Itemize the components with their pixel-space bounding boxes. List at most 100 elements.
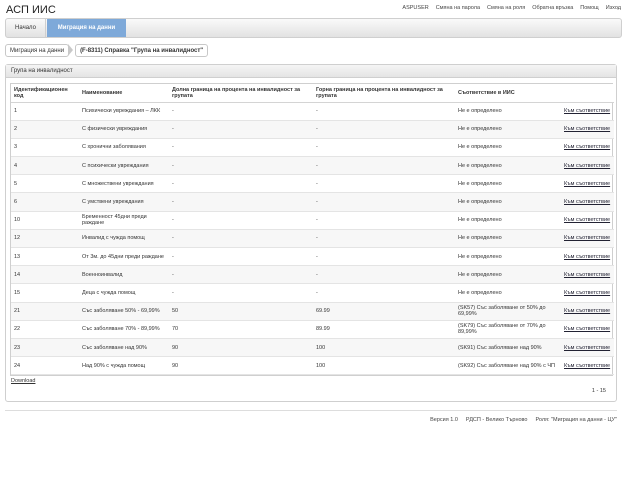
cell-name: С умствени увреждания <box>79 192 169 212</box>
cell-upper-limit: 69.99 <box>313 302 455 321</box>
cell-name: Над 90% с чужда помощ <box>79 356 169 376</box>
footer-version: Версия 1.0 <box>430 417 458 423</box>
to-mapping-link[interactable]: Към съответствие <box>564 199 610 205</box>
disability-group-panel: Група на инвалидност Идентификационен ко… <box>5 64 617 402</box>
cell-upper-limit: 89.99 <box>313 320 455 339</box>
tab-data-migration[interactable]: Миграция на данни <box>47 19 126 37</box>
cell-iis-match: Не е определено <box>455 138 561 158</box>
cell-iis-match: Не е определено <box>455 265 561 285</box>
cell-upper-limit: - <box>313 174 455 194</box>
cell-code: 23 <box>11 338 79 358</box>
col-header-lower-limit[interactable]: Долна граница на процента на инвалидност… <box>169 84 313 103</box>
cell-action: Към съответствие <box>561 265 614 285</box>
col-header-upper-limit[interactable]: Горна граница на процента на инвалидност… <box>313 84 455 103</box>
tab-home[interactable]: Начало <box>6 19 46 37</box>
table-header-row: Идентификационен код Наименование Долна … <box>11 84 614 103</box>
cell-iis-match: (SK57) Със заболяване от 50% до 69,99% <box>455 302 561 321</box>
cell-code: 3 <box>11 138 79 158</box>
cell-lower-limit: 70 <box>169 320 313 339</box>
cell-iis-match: Не е определено <box>455 156 561 176</box>
table-row: 23 Със заболяване над 90% 90 100 (SK91) Със … <box>11 338 614 358</box>
cell-action: Към съответствие <box>561 302 614 321</box>
cell-action: Към съответствие <box>561 320 614 339</box>
breadcrumb-arrow-icon <box>68 44 74 56</box>
cell-upper-limit: - <box>313 229 455 249</box>
footer-office: РДСП - Велико Търново <box>465 417 528 423</box>
to-mapping-link[interactable]: Към съответствие <box>564 363 610 369</box>
cell-iis-match: (SK91) Със заболяване над 90% <box>455 338 561 358</box>
cell-upper-limit: 100 <box>313 356 455 376</box>
cell-name: Инвалид с чужда помощ <box>79 229 169 249</box>
cell-iis-match: Не е определено <box>455 229 561 249</box>
user-link[interactable]: ASPUSER <box>402 5 428 11</box>
cell-name: С психически увреждания <box>79 156 169 176</box>
cell-action: Към съответствие <box>561 211 614 230</box>
change-password-link[interactable]: Смяна на парола <box>436 5 480 11</box>
table-row: 21 Със заболяване 50% - 69,99% 50 69.99 (SK5… <box>11 302 614 321</box>
help-link[interactable]: Помощ <box>580 5 598 11</box>
to-mapping-link[interactable]: Към съответствие <box>564 144 610 150</box>
cell-name: Със заболяване 70% - 89,99% <box>79 320 169 339</box>
cell-lower-limit: - <box>169 102 313 121</box>
cell-upper-limit: - <box>313 192 455 212</box>
col-header-iis-match[interactable]: Съответствие в ИИС <box>455 84 561 103</box>
cell-lower-limit: - <box>169 156 313 176</box>
table-row: 10 Бременност 45дни преди раждане - - Не е о… <box>11 211 614 230</box>
to-mapping-link[interactable]: Към съответствие <box>564 326 610 332</box>
data-table: Идентификационен код Наименование Долна … <box>10 83 614 377</box>
cell-lower-limit: - <box>169 120 313 139</box>
to-mapping-link[interactable]: Към съответствие <box>564 108 610 114</box>
cell-code: 5 <box>11 174 79 194</box>
cell-lower-limit: - <box>169 265 313 285</box>
to-mapping-link[interactable]: Към съответствие <box>564 272 610 278</box>
cell-code: 2 <box>11 120 79 139</box>
change-role-link[interactable]: Смяна на роля <box>487 5 525 11</box>
col-header-code[interactable]: Идентификационен код <box>11 84 79 103</box>
to-mapping-link[interactable]: Към съответствие <box>564 217 610 223</box>
table-row: 13 От 3м. до 45дни преди раждане - - Не е оп… <box>11 247 614 267</box>
cell-code: 21 <box>11 302 79 321</box>
cell-code: 12 <box>11 229 79 249</box>
cell-code: 6 <box>11 192 79 212</box>
to-mapping-link[interactable]: Към съответствие <box>564 163 610 169</box>
cell-upper-limit: - <box>313 265 455 285</box>
table-row: 5С множествени увреждания - - Не е определе… <box>11 174 614 194</box>
feedback-link[interactable]: Обратна връзка <box>532 5 573 11</box>
table-row: 2С физически увреждания - - Не е определено… <box>11 120 614 139</box>
cell-action: Към съответствие <box>561 138 614 158</box>
to-mapping-link[interactable]: Към съответствие <box>564 235 610 241</box>
breadcrumb-root[interactable]: Миграция на данни <box>5 43 70 57</box>
logout-link[interactable]: Изход <box>606 5 621 11</box>
footer: Версия 1.0 РДСП - Велико Търново Роля: "… <box>430 417 617 423</box>
cell-lower-limit: - <box>169 247 313 267</box>
footer-divider <box>5 410 617 411</box>
table-row: 24 Над 90% с чужда помощ 90 100 (SK92) Със з… <box>11 356 614 376</box>
to-mapping-link[interactable]: Към съответствие <box>564 254 610 260</box>
to-mapping-link[interactable]: Към съответствие <box>564 308 610 314</box>
cell-action: Към съответствие <box>561 247 614 267</box>
table-row: 1 Психически увреждания – ЛКК - - Не е опред… <box>11 102 614 121</box>
to-mapping-link[interactable]: Към съответствие <box>564 290 610 296</box>
cell-lower-limit: - <box>169 283 313 303</box>
cell-action: Към съответствие <box>561 192 614 212</box>
cell-iis-match: (SK92) Със заболяване над 90% с ЧП <box>455 356 561 376</box>
cell-lower-limit: 90 <box>169 338 313 358</box>
cell-iis-match: Не е определено <box>455 174 561 194</box>
download-link[interactable]: Download <box>11 378 35 384</box>
cell-action: Към съответствие <box>561 174 614 194</box>
pager-range: 1 - 15 <box>591 388 606 394</box>
cell-lower-limit: - <box>169 192 313 212</box>
cell-name: С множествени увреждания <box>79 174 169 194</box>
table-row: 4С психически увреждания - - Не е определен… <box>11 156 614 176</box>
cell-iis-match: Не е определено <box>455 102 561 121</box>
to-mapping-link[interactable]: Към съответствие <box>564 126 610 132</box>
cell-code: 1 <box>11 102 79 121</box>
to-mapping-link[interactable]: Към съответствие <box>564 181 610 187</box>
cell-upper-limit: - <box>313 102 455 121</box>
cell-code: 14 <box>11 265 79 285</box>
cell-iis-match: Не е определено <box>455 192 561 212</box>
table-row: 14 Военноинвалид - - Не е определено Към съот… <box>11 265 614 285</box>
to-mapping-link[interactable]: Към съответствие <box>564 345 610 351</box>
footer-role: Роля: "Миграция на данни - ЦУ" <box>535 417 617 423</box>
col-header-name[interactable]: Наименование <box>79 84 169 103</box>
